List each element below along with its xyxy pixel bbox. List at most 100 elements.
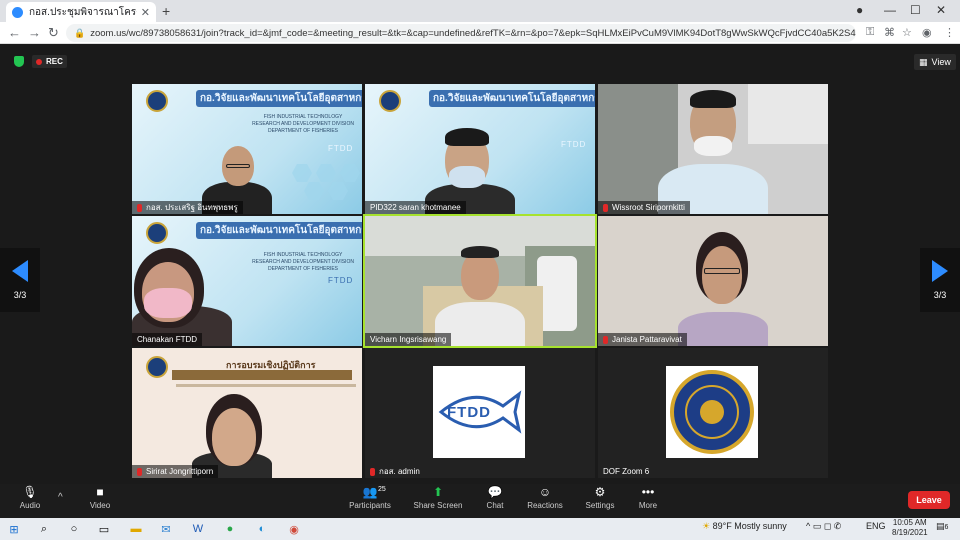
leave-button[interactable]: Leave [908, 491, 950, 509]
task-switcher-icon[interactable]: ▭ [96, 521, 112, 537]
video-tile[interactable]: Janista Pattaravivat [598, 216, 828, 346]
fisheries-emblem-icon [146, 356, 168, 378]
participant-name: Chanakan FTDD [132, 333, 203, 346]
share-screen-button[interactable]: ⬆ Share Screen [408, 485, 468, 510]
participant-name: PID322 saran khotmanee [365, 201, 466, 214]
video-tile[interactable]: กอ.วิจัยและพัฒนาเทคโนโลยีอุตสาหกรรมสัตว์… [132, 216, 362, 346]
input-language[interactable]: ENG [866, 521, 886, 531]
video-tile[interactable]: กอ.วิจัยและพัฒนาเทคโนโลยีอุตสาหกรรมสัตว์… [132, 84, 362, 214]
video-tile[interactable]: DOF Zoom 6 [598, 348, 828, 478]
slide-heading: กอ.วิจัยและพัฒนาเทคโนโลยีอุตสาหกรรมสัตว์… [196, 222, 362, 239]
muted-mic-icon [137, 203, 142, 212]
reload-icon[interactable]: ↻ [48, 25, 59, 41]
video-tile[interactable]: FTDD กอส. admin [365, 348, 595, 478]
video-tile[interactable]: การอบรมเชิงปฏิบัติการ Sirirat Jongrittip… [132, 348, 362, 478]
settings-label: Settings [585, 501, 615, 510]
key-icon[interactable]: ⚿ [866, 26, 874, 39]
meeting-toolbar: 🎙 Audio ^ ■ Video 👥 Participants 25 ⬆ Sh… [0, 484, 960, 518]
video-button[interactable]: ■ Video [70, 485, 130, 510]
muted-mic-icon [370, 467, 375, 476]
grid-icon: ▦ [919, 56, 928, 67]
windows-start-icon[interactable]: ⊞ [6, 521, 22, 537]
notifications-icon[interactable]: ▤6 [936, 521, 948, 532]
page-indicator: 3/3 [13, 290, 27, 300]
share-screen-icon: ⬆ [432, 485, 444, 499]
translate-icon[interactable]: ⌘ [884, 26, 895, 39]
system-tray-icons[interactable]: ^ ▭ ◻ ✆ [806, 521, 841, 532]
chrome-icon[interactable]: ◉ [286, 521, 302, 537]
star-icon[interactable]: ☆ [902, 26, 912, 39]
slide-subtitle: FISH INDUSTRIAL TECHNOLOGY RESEARCH AND D… [252, 252, 354, 272]
close-window-icon[interactable]: ✕ [936, 3, 946, 17]
forward-icon[interactable]: → [28, 25, 41, 40]
zoom-favicon-icon [12, 6, 23, 18]
more-icon: ••• [641, 485, 655, 499]
audio-label: Audio [19, 501, 41, 510]
participant-name: Vicharn Ingsrisawang [365, 333, 452, 346]
browser-tab-bar: กอส.ประชุมพิจารณาโครงการวิจัย ✕ + ● — ☐ … [0, 0, 960, 22]
recording-indicator: REC [32, 55, 67, 68]
next-page-button[interactable]: 3/3 [920, 248, 960, 312]
url-input[interactable]: 🔒 zoom.us/wc/89738058631/join?track_id=&… [66, 24, 856, 42]
tab-title: กอส.ประชุมพิจารณาโครงการวิจัย [29, 6, 137, 18]
mail-icon[interactable]: ✉ [158, 521, 174, 537]
sun-icon: ☀ [702, 521, 711, 531]
search-icon[interactable]: ⌕ [36, 521, 52, 537]
weather-widget[interactable]: ☀ 89°F Mostly sunny [702, 521, 787, 532]
rec-label: REC [46, 57, 63, 66]
participants-button[interactable]: 👥 Participants [340, 485, 400, 510]
chat-icon: 💬 [487, 485, 503, 499]
muted-mic-icon [603, 203, 608, 212]
reactions-icon: ☺ [538, 485, 552, 499]
chat-label: Chat [486, 501, 504, 510]
maximize-icon[interactable]: ☐ [910, 3, 921, 17]
microphone-icon: 🎙 [22, 485, 38, 499]
clock[interactable]: 10:05 AM 8/19/2021 [892, 518, 928, 538]
word-icon[interactable]: W [190, 521, 206, 537]
video-tile[interactable]: Wissroot Siripornkitti [598, 84, 828, 214]
line-icon[interactable]: ● [222, 521, 238, 537]
account-icon[interactable]: ◉ [922, 26, 932, 39]
security-shield-icon[interactable] [14, 56, 24, 67]
url-text: zoom.us/wc/89738058631/join?track_id=&jm… [90, 27, 856, 39]
slide-heading: กอ.วิจัยและพัฒนาเทคโนโลยีอุตสาหกรรมสัตว์… [196, 90, 362, 107]
address-bar-row: ← → ↻ 🔒 zoom.us/wc/89738058631/join?trac… [0, 22, 960, 44]
participants-count: 25 [378, 486, 386, 493]
video-tile-active-speaker[interactable]: Vicharn Ingsrisawang [363, 214, 597, 348]
fisheries-emblem-icon [146, 90, 168, 112]
ftdd-logo-text: FTDD [447, 404, 491, 421]
participants-label: Participants [349, 501, 391, 510]
camera-icon: ■ [96, 485, 104, 499]
menu-icon[interactable]: ⋮ [944, 26, 955, 39]
arrow-left-icon [12, 260, 28, 282]
fisheries-emblem-icon [146, 222, 168, 244]
close-tab-icon[interactable]: ✕ [141, 6, 150, 19]
view-button[interactable]: ▦ View [914, 54, 956, 70]
more-label: More [638, 501, 658, 510]
video-label: Video [89, 501, 111, 510]
new-tab-button[interactable]: + [162, 3, 170, 19]
participant-name: Janista Pattaravivat [598, 333, 687, 346]
edge-icon[interactable]: ◐ [254, 521, 270, 537]
file-explorer-icon[interactable]: ▬ [128, 521, 144, 537]
page-indicator: 3/3 [933, 290, 947, 300]
slide-ftdd: FTDD [328, 276, 354, 285]
weather-text: 89°F Mostly sunny [712, 521, 787, 531]
reactions-button[interactable]: ☺ Reactions [515, 485, 575, 510]
lock-icon: 🔒 [74, 27, 86, 38]
ftdd-logo: FTDD [433, 366, 525, 458]
browser-tab[interactable]: กอส.ประชุมพิจารณาโครงการวิจัย ✕ [6, 2, 156, 22]
audio-options-caret-icon[interactable]: ^ [58, 492, 63, 503]
profile-icon[interactable]: ● [856, 3, 863, 17]
department-of-fisheries-seal [666, 366, 758, 458]
task-view-icon[interactable]: ○ [66, 521, 82, 537]
record-dot-icon [36, 58, 42, 65]
slide-heading: กอ.วิจัยและพัฒนาเทคโนโลยีอุตสาหกรรมสัตว์… [429, 90, 595, 107]
previous-page-button[interactable]: 3/3 [0, 248, 40, 312]
more-button[interactable]: ••• More [618, 485, 678, 510]
back-icon[interactable]: ← [8, 25, 21, 40]
audio-button[interactable]: 🎙 Audio [0, 485, 60, 510]
minimize-icon[interactable]: — [884, 3, 896, 17]
participants-icon: 👥 [362, 485, 378, 499]
video-tile[interactable]: กอ.วิจัยและพัฒนาเทคโนโลยีอุตสาหกรรมสัตว์… [365, 84, 595, 214]
